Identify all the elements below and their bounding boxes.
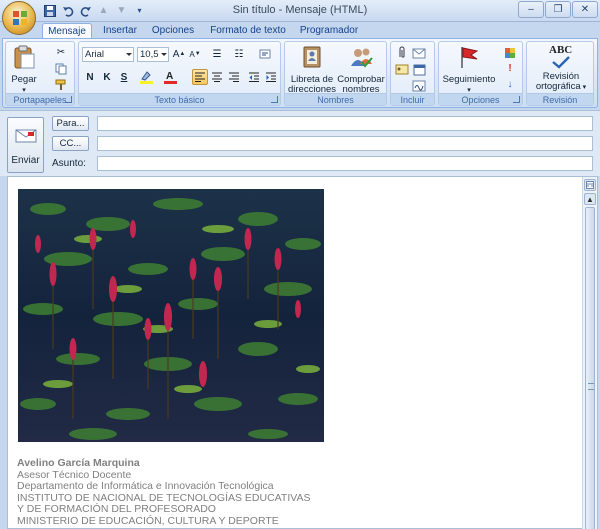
signature-institute-line2: Y DE FORMACIÓN DEL PROFESORADO: [17, 503, 216, 515]
scroll-up-icon[interactable]: ▲: [584, 193, 596, 205]
close-button[interactable]: ✕: [572, 1, 598, 18]
signature-department: Departamento de Informática e Innovación…: [17, 480, 274, 492]
attach-file-icon[interactable]: [394, 45, 410, 60]
numbering-icon[interactable]: ☷: [231, 46, 247, 62]
increase-indent-icon[interactable]: [263, 69, 279, 85]
high-importance-icon[interactable]: !: [502, 61, 518, 76]
paste-label: Pegar: [11, 74, 37, 85]
tab-formato-de-texto[interactable]: Formato de texto: [206, 23, 290, 39]
window-controls: ‒ ❐ ✕: [518, 1, 598, 18]
signature-ministry: MINISTERIO DE EDUCACIÓN, CULTURA Y DEPOR…: [17, 514, 279, 527]
chevron-down-icon: [126, 53, 132, 56]
to-field[interactable]: [97, 116, 593, 131]
underline-button[interactable]: S: [116, 69, 132, 85]
spelling-button[interactable]: ABC Revisión ortográfica ▾: [530, 44, 592, 93]
signature-icon[interactable]: [411, 78, 427, 93]
font-name-select[interactable]: Arial: [82, 47, 134, 62]
attach-item-icon[interactable]: [411, 45, 427, 60]
bullets-icon[interactable]: ☰: [209, 46, 225, 62]
follow-up-button[interactable]: Seguimiento ▾: [441, 44, 497, 96]
message-header: Enviar Para... CC... Asunto:: [0, 110, 600, 176]
font-size-select[interactable]: 10,5: [137, 47, 169, 62]
dialog-launcher-icon[interactable]: [513, 96, 520, 103]
group-label-incluir: Incluir: [391, 93, 434, 105]
bold-button[interactable]: N: [82, 69, 98, 85]
vertical-scrollbar[interactable]: ▲: [582, 177, 597, 529]
ribbon: Pegar ▾ ✂ Portapapeles Arial 10,5 A ▲ A ▼ …: [2, 38, 598, 108]
send-button[interactable]: Enviar: [7, 117, 44, 173]
ribbon-tabs: Mensaje Insertar Opciones Formato de tex…: [0, 22, 600, 39]
restore-button[interactable]: ❐: [545, 1, 571, 18]
subject-field[interactable]: [97, 156, 593, 171]
highlight-icon[interactable]: [137, 69, 157, 85]
decrease-indent-icon[interactable]: [246, 69, 262, 85]
group-label-texto-basico: Texto básico: [79, 93, 280, 105]
calendar-icon[interactable]: [411, 62, 427, 77]
group-nombres: Libreta de direcciones Comprobar nombres…: [284, 41, 387, 106]
address-book-button[interactable]: Libreta de direcciones: [288, 44, 336, 95]
align-center-icon[interactable]: [209, 69, 225, 85]
thumb-grip-icon: [588, 383, 594, 390]
group-label-opciones: Opciones: [439, 93, 522, 105]
check-names-button[interactable]: Comprobar nombres: [337, 44, 385, 95]
dialog-launcher-icon[interactable]: [65, 96, 72, 103]
ruler-toggle-icon[interactable]: [584, 179, 596, 191]
copy-icon[interactable]: [53, 61, 69, 76]
svg-text:A: A: [166, 71, 173, 82]
group-label-portapapeles: Portapapeles: [6, 93, 74, 105]
address-book-icon: [303, 46, 321, 68]
font-color-icon[interactable]: A: [161, 69, 181, 85]
align-right-icon[interactable]: [226, 69, 242, 85]
paste-button[interactable]: Pegar ▾: [9, 44, 39, 96]
group-label-nombres: Nombres: [285, 93, 386, 105]
grow-font-icon[interactable]: A ▲: [171, 46, 187, 62]
align-left-icon[interactable]: [192, 69, 208, 85]
tab-programador[interactable]: Programador: [296, 23, 362, 39]
tab-insertar[interactable]: Insertar: [96, 23, 144, 39]
inline-photo: [18, 189, 324, 442]
group-label-revision: Revisión: [527, 93, 593, 105]
send-icon: [15, 129, 36, 143]
categorize-icon[interactable]: [502, 45, 518, 60]
italic-button[interactable]: K: [99, 69, 115, 85]
group-revision: ABC Revisión ortográfica ▾ Revisión: [526, 41, 594, 106]
format-painter-icon[interactable]: [53, 77, 69, 92]
to-button[interactable]: Para...: [52, 116, 89, 131]
dialog-launcher-icon[interactable]: [271, 96, 278, 103]
flowers-image: [18, 189, 324, 442]
paste-icon: [14, 45, 35, 69]
tab-mensaje[interactable]: Mensaje: [42, 23, 92, 39]
minimize-button[interactable]: ‒: [518, 1, 544, 18]
message-body[interactable]: Avelino García Marquina Asesor Técnico D…: [7, 176, 598, 529]
shrink-font-icon[interactable]: A ▼: [187, 46, 203, 62]
title-bar: ▲ ▼ ▾ Sin título - Mensaje (HTML) ‒ ❐ ✕: [0, 0, 600, 22]
chevron-down-icon: ▾: [580, 84, 587, 91]
subject-label: Asunto:: [52, 158, 86, 169]
chevron-down-icon: [161, 53, 167, 56]
scrollbar-thumb[interactable]: [585, 207, 595, 529]
spelling-icon: ABC: [546, 44, 576, 70]
low-importance-icon[interactable]: ↓: [502, 77, 518, 92]
business-card-icon[interactable]: [394, 62, 410, 77]
styles-icon[interactable]: [257, 46, 273, 62]
check-names-icon: [351, 48, 373, 68]
group-opciones: Seguimiento ▾ ! ↓ Opciones: [438, 41, 523, 106]
group-texto-basico: Arial 10,5 A ▲ A ▼ ☰ ☷ N K S A Texto bás…: [78, 41, 281, 106]
cc-button[interactable]: CC...: [52, 136, 89, 151]
flag-icon: [461, 47, 479, 68]
group-portapapeles: Pegar ▾ ✂ Portapapeles: [5, 41, 75, 106]
window-title: Sin título - Mensaje (HTML): [232, 4, 368, 16]
signature-block: Avelino García Marquina Asesor Técnico D…: [17, 457, 310, 527]
cc-field[interactable]: [97, 136, 593, 151]
office-button[interactable]: [2, 1, 36, 35]
tab-opciones[interactable]: Opciones: [148, 23, 198, 39]
group-incluir: Incluir: [390, 41, 435, 106]
office-logo-icon: [13, 11, 27, 25]
signature-name: Avelino García Marquina: [17, 457, 140, 469]
cut-icon[interactable]: ✂: [53, 45, 69, 60]
